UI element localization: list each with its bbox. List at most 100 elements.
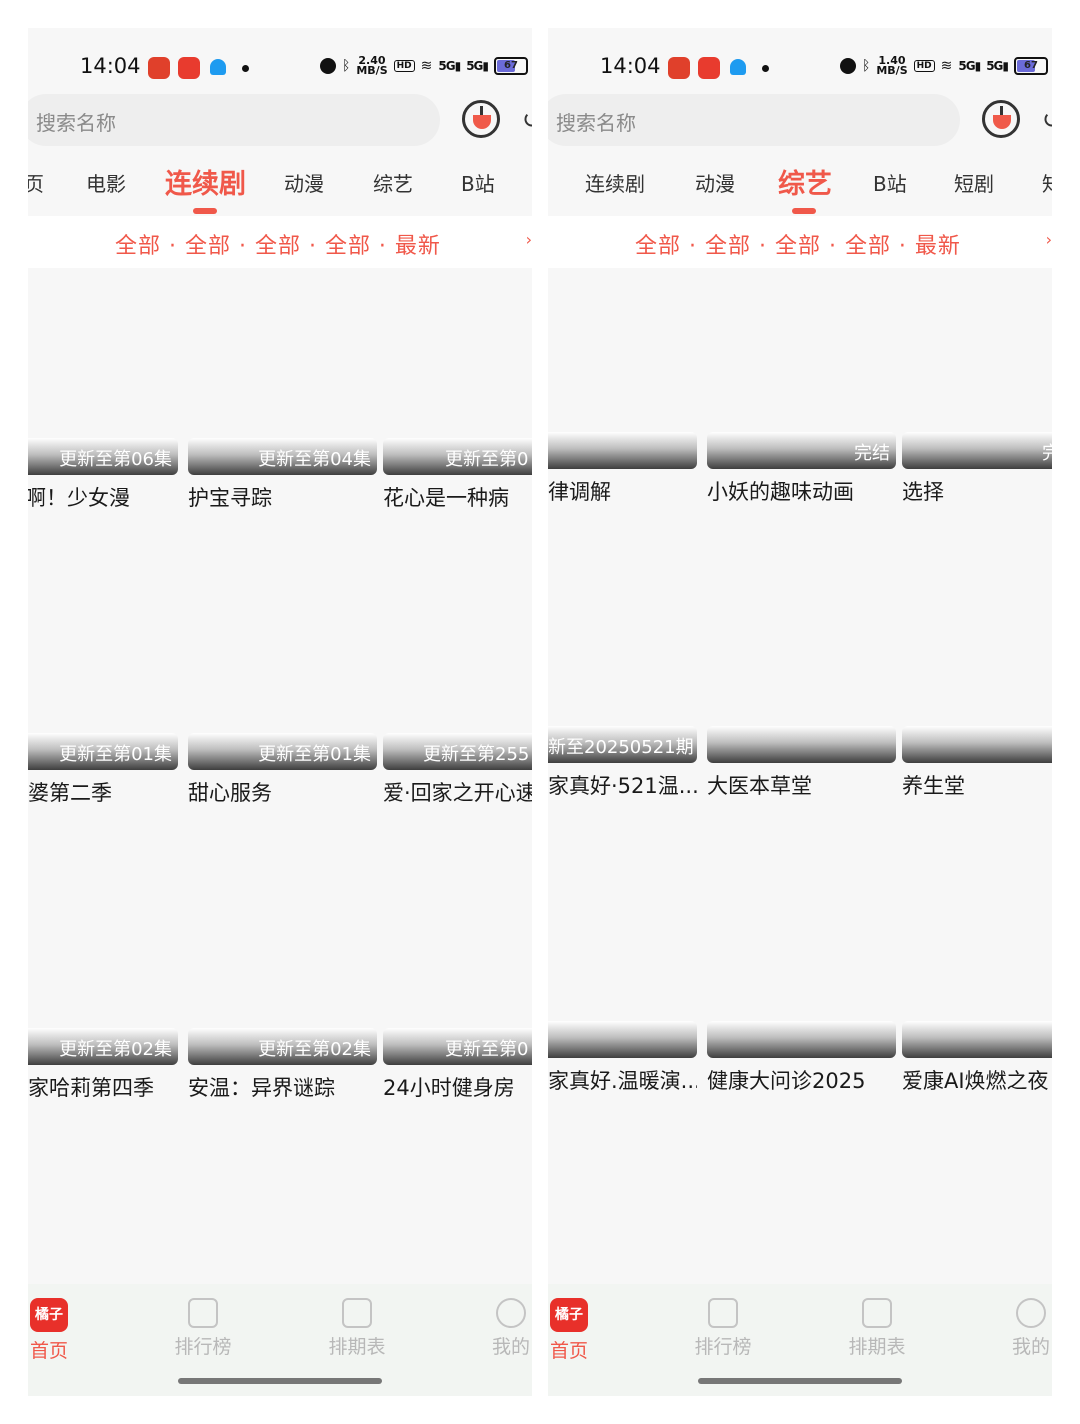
status-bar: 14:04 ᛒ 2.40 MB/S HD ≋ 5G▮ 5G▮ 67 <box>28 28 532 92</box>
card-title: 花心是一种病 <box>383 486 509 510</box>
signal-icon: 5G▮ <box>958 59 981 73</box>
tab-bilibili[interactable]: B站 <box>873 168 907 197</box>
more-icon[interactable]: ↺ <box>522 106 532 134</box>
tab-anime[interactable]: 动漫 <box>284 168 324 197</box>
bottom-nav: 橘子 首页 排行榜 排期表 我的 <box>548 1284 1052 1396</box>
network-speed: 1.40 MB/S <box>876 54 908 77</box>
poster-image: 更新至第01集 <box>188 733 377 770</box>
poster-image: 更新至第06集 <box>28 438 178 475</box>
history-icon[interactable] <box>982 100 1020 138</box>
card-title: 健康大问诊2025 <box>707 1069 866 1093</box>
poster-image: 更新至第04集 <box>188 438 377 475</box>
category-tabs: 页 电影 连续剧 动漫 综艺 B站 <box>28 156 532 216</box>
update-badge: 更新至第0 <box>445 449 529 470</box>
tab-series[interactable]: 连续剧 <box>165 162 246 201</box>
update-badge: 更新至第255 <box>423 744 530 765</box>
card-title: 大医本草堂 <box>707 774 812 798</box>
update-badge: 完 <box>1042 443 1052 464</box>
nav-home[interactable]: 橘子 首页 <box>548 1298 604 1363</box>
card-title: 护宝寻踪 <box>188 486 272 510</box>
card-title: 小妖的趣味动画 <box>707 480 854 504</box>
poster-image: 完结 <box>707 432 896 469</box>
tab-anime[interactable]: 动漫 <box>695 168 735 197</box>
search-placeholder: 搜索名称 <box>556 111 636 135</box>
poster-image: 更新至第255 <box>383 733 532 770</box>
bluetooth-icon: ᛒ <box>341 58 351 74</box>
tab-knowledge[interactable]: 知 <box>1042 168 1052 197</box>
poster-image: 更新至第02集 <box>28 1028 178 1065</box>
tab-active-indicator <box>193 208 217 214</box>
app-logo-icon: 橘子 <box>30 1298 68 1332</box>
card-title: 养生堂 <box>902 774 965 798</box>
update-badge: 更新至第02集 <box>59 1039 172 1060</box>
screen-left: 14:04 ᛒ 2.40MB/S HD ≋ 5G▮ 5G▮ 67 搜索名称 ↺ … <box>28 28 532 1396</box>
bottom-nav: 橘子 首页 排行榜 排期表 我的 <box>28 1284 532 1396</box>
history-icon[interactable] <box>462 100 500 138</box>
nav-label: 我的 <box>491 1336 530 1358</box>
poster-image: 更新至第0 <box>383 438 532 475</box>
tab-home[interactable]: 页 <box>28 168 44 197</box>
poster-image: 完 <box>902 432 1052 469</box>
qq-icon <box>728 57 748 79</box>
nav-schedule[interactable]: 排期表 <box>842 1298 912 1359</box>
update-badge: 更新至第01集 <box>59 744 172 765</box>
filter-selector[interactable]: 全部 · 全部 · 全部 · 全部 · 最新 <box>635 228 961 260</box>
qq-icon <box>208 57 228 79</box>
more-icon[interactable]: ↺ <box>1042 106 1052 134</box>
hd-icon: HD <box>393 60 415 72</box>
app-notification-icon <box>698 57 720 79</box>
tab-variety[interactable]: 综艺 <box>778 162 832 201</box>
home-indicator[interactable] <box>178 1378 382 1384</box>
nav-ranking[interactable]: 排行榜 <box>168 1298 238 1359</box>
poster-image <box>902 726 1052 763</box>
update-badge: 新至20250521期 <box>548 737 694 758</box>
app-logo-icon: 橘子 <box>550 1298 588 1332</box>
update-badge: 完结 <box>854 443 890 464</box>
search-input[interactable]: 搜索名称 <box>548 94 960 146</box>
battery-icon: 67 <box>1014 57 1048 75</box>
tab-variety[interactable]: 综艺 <box>373 168 413 197</box>
wifi-icon: ≋ <box>420 58 433 74</box>
poster-image <box>548 1021 697 1058</box>
nav-label: 排期表 <box>328 1336 386 1358</box>
nav-profile[interactable]: 我的 <box>996 1298 1052 1359</box>
app-notification-icon <box>668 57 690 79</box>
signal-icon: 5G▮ <box>438 59 461 73</box>
card-title: 安温：异界谜踪 <box>188 1076 335 1100</box>
signal-icon: 5G▮ <box>986 59 1009 73</box>
app-notification-icon <box>148 57 170 79</box>
home-indicator[interactable] <box>698 1378 902 1384</box>
filter-expand-icon[interactable]: › <box>1046 230 1052 249</box>
wifi-icon: ≋ <box>940 58 953 74</box>
tab-short-drama[interactable]: 短剧 <box>954 168 994 197</box>
filter-selector[interactable]: 全部 · 全部 · 全部 · 全部 · 最新 <box>115 228 441 260</box>
nav-label: 首页 <box>29 1340 68 1362</box>
poster-image: 更新至第01集 <box>28 733 178 770</box>
filter-expand-icon[interactable]: › <box>526 230 532 249</box>
calendar-icon <box>342 1298 372 1328</box>
card-title: 爱康AI焕燃之夜 <box>902 1069 1049 1093</box>
status-time: 14:04 <box>80 54 141 78</box>
tab-active-indicator <box>792 208 816 214</box>
battery-icon: 67 <box>494 57 528 75</box>
nav-home[interactable]: 橘子 首页 <box>28 1298 84 1363</box>
poster-image: 新至20250521期 <box>548 726 697 763</box>
poster-image: 更新至第02集 <box>188 1028 377 1065</box>
tab-bilibili[interactable]: B站 <box>461 168 495 197</box>
search-input[interactable]: 搜索名称 <box>28 94 440 146</box>
alarm-icon <box>839 58 856 74</box>
update-badge: 更新至第04集 <box>258 449 371 470</box>
more-notifications-dot <box>242 64 249 72</box>
update-badge: 更新至第01集 <box>258 744 371 765</box>
signal-icon: 5G▮ <box>466 59 489 73</box>
card-title: 选择 <box>902 480 944 504</box>
nav-ranking[interactable]: 排行榜 <box>688 1298 758 1359</box>
card-title: 律调解 <box>548 480 611 504</box>
tab-movie[interactable]: 电影 <box>86 168 126 197</box>
update-badge: 更新至第02集 <box>258 1039 371 1060</box>
tab-series[interactable]: 连续剧 <box>585 168 645 197</box>
status-time: 14:04 <box>600 54 661 78</box>
more-notifications-dot <box>762 64 769 72</box>
nav-schedule[interactable]: 排期表 <box>322 1298 392 1359</box>
nav-profile[interactable]: 我的 <box>476 1298 532 1359</box>
